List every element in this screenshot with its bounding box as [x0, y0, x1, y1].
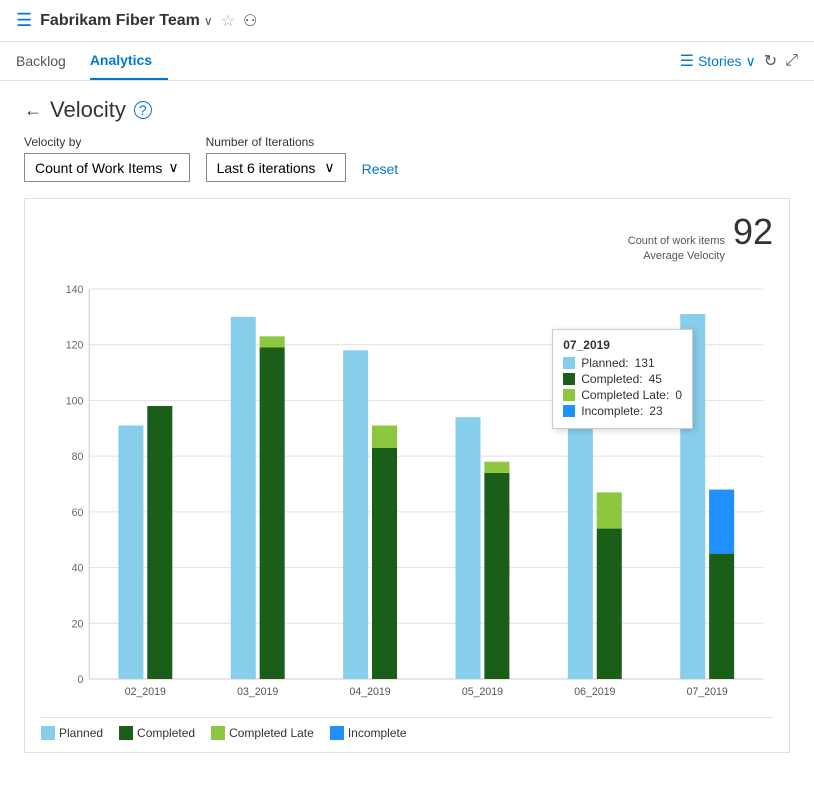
legend-completed: Completed [119, 726, 195, 740]
velocity-by-label: Velocity by [24, 135, 190, 149]
chart-meta: Count of work items Average Velocity [628, 234, 725, 265]
bar-planned-02_2019[interactable] [118, 425, 143, 679]
legend-planned-swatch [41, 726, 55, 740]
bar-completed-late-05_2019[interactable] [484, 461, 509, 472]
app-icon: ☰ [16, 10, 32, 31]
velocity-by-dropdown[interactable]: Count of Work Items ∨ [24, 153, 190, 182]
svg-text:07_2019: 07_2019 [687, 686, 728, 698]
bar-planned-07_2019[interactable] [680, 314, 705, 679]
legend-planned-label: Planned [59, 726, 103, 740]
stories-label: Stories [698, 53, 742, 69]
chart-container: 0 20 40 60 80 100 120 140 02_2019 03_2019 04_2019 0… [41, 269, 773, 709]
velocity-by-group: Velocity by Count of Work Items ∨ [24, 135, 190, 182]
velocity-by-value: Count of Work Items [35, 160, 162, 176]
svg-text:20: 20 [72, 618, 84, 630]
legend-completed-late-swatch [211, 726, 225, 740]
bar-completed-late-04_2019[interactable] [372, 425, 397, 447]
svg-text:100: 100 [66, 395, 84, 407]
iterations-dropdown[interactable]: Last 6 iterations ∨ [206, 153, 346, 182]
legend-incomplete: Incomplete [330, 726, 407, 740]
team-chevron-icon[interactable]: ∨ [204, 14, 213, 28]
svg-text:06_2019: 06_2019 [574, 686, 615, 698]
page-content: ← Velocity ? Velocity by Count of Work I… [0, 81, 814, 769]
svg-text:05_2019: 05_2019 [462, 686, 503, 698]
iterations-group: Number of Iterations Last 6 iterations ∨ [206, 135, 346, 182]
app-header: ☰ Fabrikam Fiber Team ∨ ☆ ⚇ [0, 0, 814, 42]
back-button[interactable]: ← [24, 100, 42, 121]
team-name: Fabrikam Fiber Team [40, 12, 200, 30]
favorite-icon[interactable]: ☆ [221, 11, 235, 31]
svg-text:02_2019: 02_2019 [125, 686, 166, 698]
chart-legend: Planned Completed Completed Late Incompl… [41, 717, 773, 740]
avg-velocity-value: 92 [733, 211, 773, 253]
legend-incomplete-label: Incomplete [348, 726, 407, 740]
legend-completed-swatch [119, 726, 133, 740]
count-label: Count of work items [628, 234, 725, 249]
svg-text:40: 40 [72, 562, 84, 574]
iterations-value: Last 6 iterations [217, 160, 316, 176]
expand-button[interactable]: ⤢ [785, 52, 798, 70]
nav-right-actions: ☰ Stories ∨ ↻ ⤢ [680, 51, 798, 71]
svg-text:80: 80 [72, 451, 84, 463]
svg-text:60: 60 [72, 506, 84, 518]
svg-text:04_2019: 04_2019 [349, 686, 390, 698]
bar-completed-late-03_2019[interactable] [260, 336, 285, 347]
legend-completed-late: Completed Late [211, 726, 314, 740]
bar-planned-05_2019[interactable] [455, 417, 480, 679]
page-title: Velocity [50, 97, 126, 123]
chart-svg: 0 20 40 60 80 100 120 140 02_2019 03_2019 04_2019 0… [41, 269, 773, 709]
avg-velocity-label: Average Velocity [628, 249, 725, 264]
legend-completed-late-label: Completed Late [229, 726, 314, 740]
bar-completed-03_2019[interactable] [260, 347, 285, 679]
svg-text:0: 0 [77, 674, 83, 686]
bar-completed-06_2019[interactable] [597, 528, 622, 678]
chart-area: Count of work items Average Velocity 92 … [24, 198, 790, 753]
stories-button[interactable]: ☰ Stories ∨ [680, 51, 756, 71]
refresh-button[interactable]: ↻ [764, 51, 777, 71]
svg-text:120: 120 [66, 339, 84, 351]
bar-incomplete-07_2019[interactable] [709, 489, 734, 553]
reset-button[interactable]: Reset [362, 156, 399, 182]
chart-header: Count of work items Average Velocity 92 [41, 211, 773, 265]
bar-completed-05_2019[interactable] [484, 473, 509, 679]
svg-text:03_2019: 03_2019 [237, 686, 278, 698]
title-row: ← Velocity ? [24, 97, 790, 123]
legend-planned: Planned [41, 726, 103, 740]
bar-completed-07_2019[interactable] [709, 553, 734, 678]
tab-backlog[interactable]: Backlog [16, 43, 82, 79]
bar-completed-late-06_2019[interactable] [597, 492, 622, 528]
bar-planned-04_2019[interactable] [343, 350, 368, 679]
legend-incomplete-swatch [330, 726, 344, 740]
people-icon[interactable]: ⚇ [243, 11, 257, 31]
tab-analytics[interactable]: Analytics [90, 42, 168, 80]
bar-completed-02_2019[interactable] [147, 406, 172, 679]
help-icon[interactable]: ? [134, 101, 152, 119]
nav-tabs: Backlog Analytics ☰ Stories ∨ ↻ ⤢ [0, 42, 814, 81]
svg-text:140: 140 [66, 284, 84, 296]
bar-planned-03_2019[interactable] [231, 317, 256, 679]
iterations-label: Number of Iterations [206, 135, 346, 149]
controls-row: Velocity by Count of Work Items ∨ Number… [24, 135, 790, 182]
bar-completed-04_2019[interactable] [372, 448, 397, 679]
bar-planned-06_2019[interactable] [568, 425, 593, 679]
legend-completed-label: Completed [137, 726, 195, 740]
